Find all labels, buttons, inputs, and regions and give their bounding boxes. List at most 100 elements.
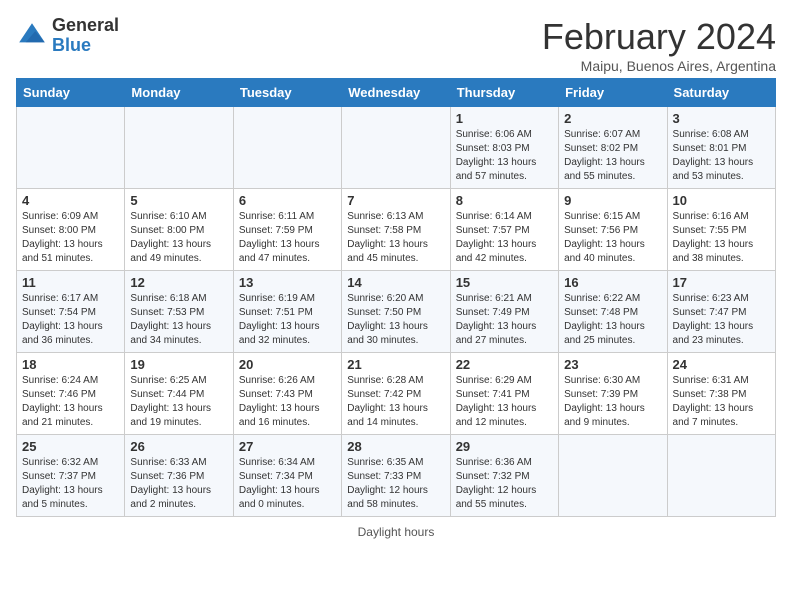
day-info: Sunrise: 6:20 AM Sunset: 7:50 PM Dayligh… [347,292,444,348]
day-info: Sunrise: 6:11 AM Sunset: 7:59 PM Dayligh… [239,210,336,266]
calendar-cell: 11Sunrise: 6:17 AM Sunset: 7:54 PM Dayli… [17,271,125,353]
calendar-cell: 20 Sunrise: 6:26 AM Sunset: 7:43 PM Dayli… [233,353,341,435]
day-number: 28 [347,439,444,454]
calendar-cell: 27 Sunrise: 6:34 AM Sunset: 7:34 PM Dayli… [233,435,341,517]
day-number: 27 [239,439,336,454]
logo-icon [16,20,48,52]
calendar-cell: 10 Sunrise: 6:16 AM Sunset: 7:55 PM Dayli… [667,189,775,271]
column-header-wednesday: Wednesday [342,79,450,107]
day-info: Sunrise: 6:29 AM Sunset: 7:41 PM Dayligh… [456,374,553,430]
day-info: Sunrise: 6:15 AM Sunset: 7:56 PM Dayligh… [564,210,661,266]
calendar-cell: 7 Sunrise: 6:13 AM Sunset: 7:58 PM Daylig… [342,189,450,271]
logo: General Blue [16,16,119,56]
week-row-3: 11Sunrise: 6:17 AM Sunset: 7:54 PM Dayli… [17,271,776,353]
calendar-table: SundayMondayTuesdayWednesdayThursdayFrid… [16,78,776,517]
day-info: Sunrise: 6:24 AM Sunset: 7:46 PM Dayligh… [22,374,119,430]
day-info: Sunrise: 6:34 AM Sunset: 7:34 PM Dayligh… [239,456,336,512]
calendar-cell: 8 Sunrise: 6:14 AM Sunset: 7:57 PM Daylig… [450,189,558,271]
day-number: 18 [22,357,119,372]
day-number: 17 [673,275,770,290]
day-number: 3 [673,111,770,126]
day-number: 19 [130,357,227,372]
calendar-cell [17,107,125,189]
calendar-cell: 13 Sunrise: 6:19 AM Sunset: 7:51 PM Dayli… [233,271,341,353]
day-number: 14 [347,275,444,290]
week-row-4: 18 Sunrise: 6:24 AM Sunset: 7:46 PM Dayli… [17,353,776,435]
day-number: 8 [456,193,553,208]
day-info: Sunrise: 6:31 AM Sunset: 7:38 PM Dayligh… [673,374,770,430]
week-row-5: 25 Sunrise: 6:32 AM Sunset: 7:37 PM Dayli… [17,435,776,517]
calendar-cell: 29 Sunrise: 6:36 AM Sunset: 7:32 PM Dayli… [450,435,558,517]
day-number: 20 [239,357,336,372]
day-info: Sunrise: 6:33 AM Sunset: 7:36 PM Dayligh… [130,456,227,512]
calendar-cell [559,435,667,517]
calendar-cell [342,107,450,189]
day-number: 13 [239,275,336,290]
day-info: Sunrise: 6:08 AM Sunset: 8:01 PM Dayligh… [673,128,770,184]
day-number: 29 [456,439,553,454]
calendar-cell: 25 Sunrise: 6:32 AM Sunset: 7:37 PM Dayli… [17,435,125,517]
day-info: Sunrise: 6:19 AM Sunset: 7:51 PM Dayligh… [239,292,336,348]
day-number: 2 [564,111,661,126]
calendar-cell [233,107,341,189]
day-number: 11 [22,275,119,290]
calendar-cell: 6 Sunrise: 6:11 AM Sunset: 7:59 PM Daylig… [233,189,341,271]
calendar-cell: 4 Sunrise: 6:09 AM Sunset: 8:00 PM Daylig… [17,189,125,271]
day-info: Sunrise: 6:07 AM Sunset: 8:02 PM Dayligh… [564,128,661,184]
calendar-body: 1Sunrise: 6:06 AM Sunset: 8:03 PM Daylig… [17,107,776,517]
day-number: 12 [130,275,227,290]
calendar-cell: 2 Sunrise: 6:07 AM Sunset: 8:02 PM Daylig… [559,107,667,189]
calendar-cell: 26Sunrise: 6:33 AM Sunset: 7:36 PM Dayli… [125,435,233,517]
day-info: Sunrise: 6:18 AM Sunset: 7:53 PM Dayligh… [130,292,227,348]
day-number: 25 [22,439,119,454]
day-info: Sunrise: 6:16 AM Sunset: 7:55 PM Dayligh… [673,210,770,266]
day-number: 24 [673,357,770,372]
calendar-cell: 17Sunrise: 6:23 AM Sunset: 7:47 PM Dayli… [667,271,775,353]
month-title: February 2024 [542,16,776,58]
day-number: 9 [564,193,661,208]
calendar-cell: 5 Sunrise: 6:10 AM Sunset: 8:00 PM Daylig… [125,189,233,271]
calendar-cell [125,107,233,189]
calendar-cell: 16 Sunrise: 6:22 AM Sunset: 7:48 PM Dayli… [559,271,667,353]
day-number: 21 [347,357,444,372]
day-number: 16 [564,275,661,290]
day-info: Sunrise: 6:32 AM Sunset: 7:37 PM Dayligh… [22,456,119,512]
day-number: 22 [456,357,553,372]
logo-general-text: General [52,16,119,36]
calendar-cell: 14 Sunrise: 6:20 AM Sunset: 7:50 PM Dayli… [342,271,450,353]
column-header-saturday: Saturday [667,79,775,107]
day-number: 5 [130,193,227,208]
calendar-cell: 23Sunrise: 6:30 AM Sunset: 7:39 PM Dayli… [559,353,667,435]
day-info: Sunrise: 6:10 AM Sunset: 8:00 PM Dayligh… [130,210,227,266]
day-info: Sunrise: 6:13 AM Sunset: 7:58 PM Dayligh… [347,210,444,266]
day-number: 6 [239,193,336,208]
day-info: Sunrise: 6:26 AM Sunset: 7:43 PM Dayligh… [239,374,336,430]
logo-text: General Blue [52,16,119,56]
day-info: Sunrise: 6:21 AM Sunset: 7:49 PM Dayligh… [456,292,553,348]
day-number: 10 [673,193,770,208]
day-number: 4 [22,193,119,208]
calendar-cell [667,435,775,517]
day-info: Sunrise: 6:28 AM Sunset: 7:42 PM Dayligh… [347,374,444,430]
column-header-thursday: Thursday [450,79,558,107]
column-header-monday: Monday [125,79,233,107]
day-info: Sunrise: 6:25 AM Sunset: 7:44 PM Dayligh… [130,374,227,430]
day-number: 7 [347,193,444,208]
footer-note: Daylight hours [16,525,776,539]
calendar-cell: 15 Sunrise: 6:21 AM Sunset: 7:49 PM Dayli… [450,271,558,353]
day-number: 15 [456,275,553,290]
day-info: Sunrise: 6:09 AM Sunset: 8:00 PM Dayligh… [22,210,119,266]
day-info: Sunrise: 6:36 AM Sunset: 7:32 PM Dayligh… [456,456,553,512]
week-row-2: 4 Sunrise: 6:09 AM Sunset: 8:00 PM Daylig… [17,189,776,271]
day-info: Sunrise: 6:22 AM Sunset: 7:48 PM Dayligh… [564,292,661,348]
week-row-1: 1Sunrise: 6:06 AM Sunset: 8:03 PM Daylig… [17,107,776,189]
footer-note-text: Daylight hours [358,525,435,539]
day-info: Sunrise: 6:06 AM Sunset: 8:03 PM Dayligh… [456,128,553,184]
header: General Blue February 2024 Maipu, Buenos… [16,16,776,74]
calendar-cell: 18 Sunrise: 6:24 AM Sunset: 7:46 PM Dayli… [17,353,125,435]
day-info: Sunrise: 6:35 AM Sunset: 7:33 PM Dayligh… [347,456,444,512]
day-info: Sunrise: 6:14 AM Sunset: 7:57 PM Dayligh… [456,210,553,266]
column-header-tuesday: Tuesday [233,79,341,107]
calendar-cell: 1Sunrise: 6:06 AM Sunset: 8:03 PM Daylig… [450,107,558,189]
calendar-cell: 24 Sunrise: 6:31 AM Sunset: 7:38 PM Dayli… [667,353,775,435]
